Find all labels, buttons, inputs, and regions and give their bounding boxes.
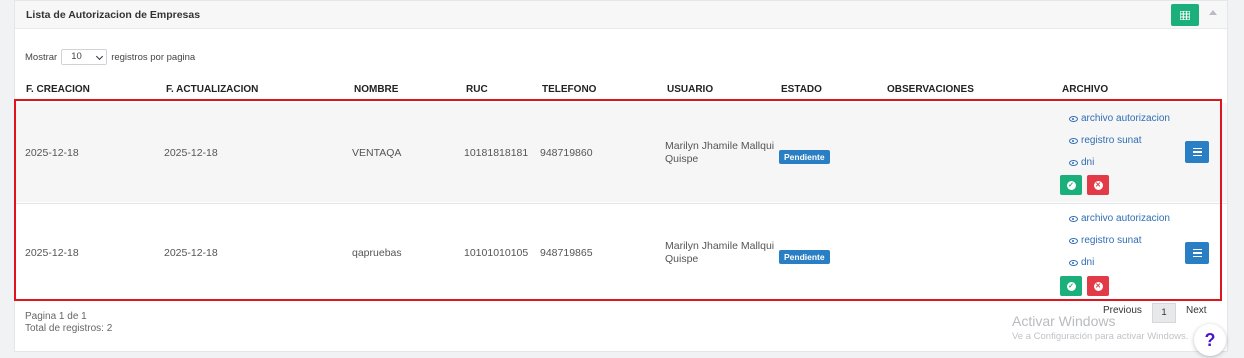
cell-creacion: 2025-12-18	[25, 147, 79, 159]
header-ruc[interactable]: RUC	[466, 84, 488, 95]
close-icon: ✕	[1093, 180, 1103, 190]
cell-usuario: Marilyn Jhamile Mallqui Quispe	[665, 240, 775, 265]
check-icon: ✓	[1066, 180, 1076, 190]
header-archivo[interactable]: ARCHIVO	[1062, 84, 1108, 95]
link-registro-sunat[interactable]: registro sunat	[1069, 235, 1142, 246]
cell-creacion: 2025-12-18	[25, 247, 79, 259]
link-label: archivo autorizacion	[1081, 213, 1170, 224]
eye-icon	[1069, 115, 1078, 122]
row-menu-button[interactable]	[1185, 141, 1209, 163]
check-icon: ✓	[1066, 281, 1076, 291]
total-records: Total de registros: 2	[25, 323, 113, 334]
reject-button[interactable]: ✕	[1087, 175, 1109, 195]
link-label: archivo autorizacion	[1081, 113, 1170, 124]
table-row: 2025-12-18 2025-12-18 VENTAQA 1018181818…	[15, 103, 1227, 202]
link-archivo-autorizacion[interactable]: archivo autorizacion	[1069, 113, 1170, 124]
link-dni[interactable]: dni	[1069, 257, 1094, 268]
page-length-value: 10	[71, 51, 82, 62]
table-row: 2025-12-18 2025-12-18 qapruebas 10101010…	[15, 203, 1227, 301]
cell-actualizacion: 2025-12-18	[164, 247, 218, 259]
eye-icon	[1069, 259, 1078, 266]
eye-icon	[1069, 137, 1078, 144]
approve-button[interactable]: ✓	[1060, 175, 1082, 195]
eye-icon	[1069, 215, 1078, 222]
page-info: Pagina 1 de 1	[25, 311, 87, 322]
pagination-next[interactable]: Next	[1186, 305, 1207, 316]
panel-title: Lista de Autorizacion de Empresas	[26, 9, 201, 21]
close-icon: ✕	[1093, 281, 1103, 291]
link-label: registro sunat	[1081, 235, 1142, 246]
cell-nombre: VENTAQA	[352, 147, 402, 159]
status-badge: Pendiente	[779, 150, 830, 164]
header-f-actualizacion[interactable]: F. ACTUALIZACION	[166, 84, 258, 95]
row-menu-button[interactable]	[1185, 242, 1209, 264]
header-estado[interactable]: ESTADO	[781, 84, 822, 95]
cell-actualizacion: 2025-12-18	[164, 147, 218, 159]
chevron-down-icon	[96, 52, 104, 61]
panel-header: Lista de Autorizacion de Empresas	[15, 1, 1227, 29]
header-telefono[interactable]: TELEFONO	[542, 84, 596, 95]
approve-button[interactable]: ✓	[1060, 276, 1082, 296]
cell-usuario: Marilyn Jhamile Mallqui Quispe	[665, 140, 775, 165]
header-usuario[interactable]: USUARIO	[667, 84, 713, 95]
grid-icon	[1180, 10, 1190, 20]
page-length-select[interactable]: 10	[61, 49, 108, 65]
link-label: dni	[1081, 157, 1095, 168]
link-label: dni	[1081, 257, 1095, 268]
help-button[interactable]: ?	[1194, 324, 1226, 356]
grid-view-button[interactable]	[1171, 4, 1199, 26]
header-nombre[interactable]: NOMBRE	[354, 84, 398, 95]
link-registro-sunat[interactable]: registro sunat	[1069, 135, 1142, 146]
link-dni[interactable]: dni	[1069, 157, 1094, 168]
companies-panel: Lista de Autorizacion de Empresas Mostra…	[14, 0, 1228, 352]
link-archivo-autorizacion[interactable]: archivo autorizacion	[1069, 213, 1170, 224]
cell-ruc: 10101010105	[464, 247, 529, 259]
eye-icon	[1069, 237, 1078, 244]
menu-icon	[1192, 147, 1202, 150]
length-suffix: registros por pagina	[111, 51, 196, 63]
header-observaciones[interactable]: OBSERVACIONES	[887, 84, 974, 95]
pagination-previous[interactable]: Previous	[1103, 305, 1142, 316]
status-badge: Pendiente	[779, 250, 830, 264]
cell-telefono: 948719865	[540, 247, 593, 259]
activation-watermark-title: Activar Windows	[1012, 313, 1116, 329]
cell-nombre: qapruebas	[352, 247, 402, 259]
menu-icon	[1192, 248, 1202, 251]
length-prefix: Mostrar	[25, 51, 58, 63]
cell-ruc: 10181818181	[464, 147, 529, 159]
activation-watermark-subtitle: Ve a Configuración para activar Windows.	[1012, 331, 1189, 342]
reject-button[interactable]: ✕	[1087, 276, 1109, 296]
page-length-control: Mostrar 10 registros por pagina	[25, 49, 195, 65]
eye-icon	[1069, 159, 1078, 166]
header-f-creacion[interactable]: F. CREACION	[26, 84, 90, 95]
link-label: registro sunat	[1081, 135, 1142, 146]
pagination-page-1[interactable]: 1	[1152, 303, 1176, 323]
cell-telefono: 948719860	[540, 147, 593, 159]
chevron-up-icon[interactable]	[1209, 10, 1217, 15]
